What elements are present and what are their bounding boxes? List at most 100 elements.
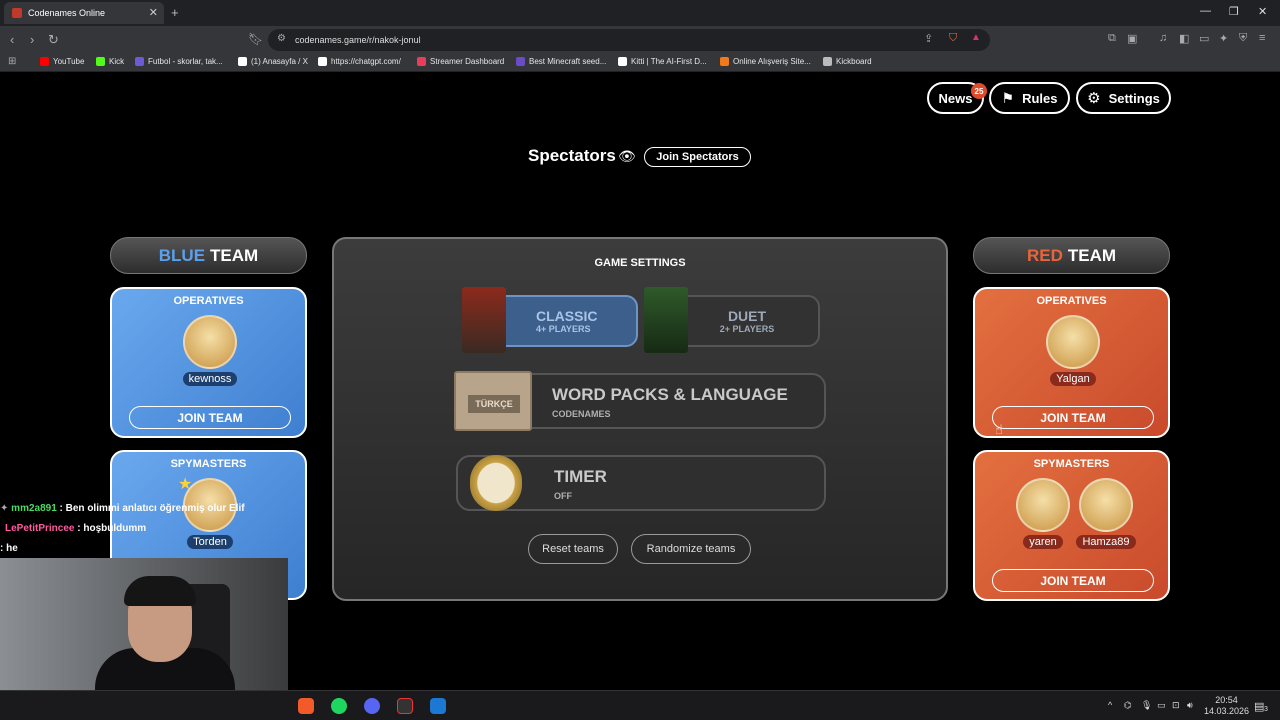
bookmark-chatgpt[interactable]: https://chatgpt.com/ bbox=[318, 57, 401, 66]
reload-icon[interactable]: ↻ bbox=[48, 32, 59, 48]
rules-button[interactable]: ⚑ Rules bbox=[989, 82, 1070, 114]
randomize-teams-button[interactable]: Randomize teams bbox=[631, 534, 751, 564]
bookmark-kickboard[interactable]: Kickboard bbox=[823, 57, 872, 66]
brave-browser-icon[interactable] bbox=[298, 698, 314, 714]
red-operatives-join-button[interactable]: JOIN TEAM bbox=[992, 406, 1154, 429]
site-settings-icon[interactable]: ⚙ bbox=[277, 33, 286, 44]
player-hamza89: Hamza89 bbox=[1075, 478, 1137, 550]
join-spectators-button[interactable]: Join Spectators bbox=[644, 147, 751, 167]
streamer-icon bbox=[417, 57, 426, 66]
network-icon[interactable]: ⊡ bbox=[1172, 700, 1180, 711]
chat-badge-icon: ✦ bbox=[0, 503, 12, 514]
bookmark-x[interactable]: (1) Anasayfa / X bbox=[238, 57, 308, 66]
menu-icon[interactable]: ≡ bbox=[1259, 32, 1265, 44]
player-name: kewnoss bbox=[182, 372, 238, 386]
volume-icon[interactable]: 🔊︎ bbox=[1187, 700, 1193, 711]
bookmark-youtube[interactable]: YouTube bbox=[40, 57, 84, 66]
word-packs-title: WORD PACKS & LANGUAGE bbox=[552, 385, 788, 404]
extensions-icon[interactable]: ⧉ bbox=[1108, 32, 1116, 45]
chat-user: LePetitPrincee bbox=[5, 523, 75, 534]
timer-option[interactable]: TIMER OFF bbox=[456, 455, 826, 511]
spymasters-title: SPYMASTERS bbox=[170, 458, 247, 470]
obs-icon[interactable] bbox=[397, 698, 413, 714]
player-name: Yalgan bbox=[1050, 372, 1096, 386]
leo-ai-icon[interactable]: ✦ bbox=[1219, 32, 1228, 45]
blue-operatives-join-button[interactable]: JOIN TEAM bbox=[129, 406, 291, 429]
bookmark-kitti[interactable]: Kitti | The AI-First D... bbox=[618, 57, 707, 66]
gear-icon: ⚙ bbox=[1087, 90, 1101, 107]
bookmark-kick[interactable]: Kick bbox=[96, 57, 124, 66]
bookmark-streamer-dashboard[interactable]: Streamer Dashboard bbox=[417, 57, 504, 66]
spectators-title: Spectators bbox=[528, 146, 616, 165]
bookmark-minecraft[interactable]: Best Minecraft seed... bbox=[516, 57, 606, 66]
brave-shields-icon[interactable]: ⛉ bbox=[949, 32, 957, 45]
bookmark-page-icon[interactable]: 🔖︎ bbox=[248, 32, 263, 46]
chat-text: : hoşbuldumm bbox=[74, 523, 147, 534]
avatar bbox=[1046, 315, 1100, 369]
chat-message: LePetitPrincee : hoşbuldumm bbox=[5, 523, 146, 534]
kick-icon bbox=[96, 57, 105, 66]
time: 20:54 bbox=[1215, 695, 1238, 705]
media-icon[interactable]: ♫ bbox=[1159, 32, 1167, 44]
brave-rewards-icon[interactable]: ▲ bbox=[971, 32, 981, 43]
shopping-icon bbox=[720, 57, 729, 66]
windows-taskbar: ^ ⌬ 🎙︎ ▭ ⊡ 🔊︎ 20:54 14.03.2026 ▤ 3 bbox=[0, 690, 1280, 720]
red-team-header: RED TEAM bbox=[973, 237, 1170, 274]
news-count-badge: 25 bbox=[971, 83, 987, 99]
webcam-overlay bbox=[0, 558, 288, 690]
duet-mode-option[interactable]: DUET 2+ PLAYERS bbox=[674, 295, 820, 347]
sidebar-icon[interactable]: ◧ bbox=[1179, 32, 1189, 45]
clock[interactable]: 20:54 14.03.2026 bbox=[1204, 695, 1249, 717]
rules-label: Rules bbox=[1022, 90, 1058, 106]
microphone-icon[interactable]: 🎙︎ bbox=[1141, 700, 1152, 711]
close-tab-icon[interactable]: ✕ bbox=[149, 6, 158, 19]
tray-arrow-icon[interactable]: ^ bbox=[1108, 700, 1112, 710]
red-spymasters-card: SPYMASTERS yaren Hamza89 JOIN TEAM bbox=[973, 450, 1170, 601]
bookmark-shopping[interactable]: Online Alışveriş Site... bbox=[720, 57, 811, 66]
minimize-icon[interactable]: — bbox=[1200, 5, 1211, 17]
blue-team-header: BLUE TEAM bbox=[110, 237, 307, 274]
vpn-icon[interactable]: ⛨ bbox=[1239, 32, 1247, 45]
settings-button[interactable]: ⚙ Settings bbox=[1076, 82, 1171, 114]
chatgpt-icon bbox=[318, 57, 327, 66]
reset-teams-button[interactable]: Reset teams bbox=[528, 534, 618, 564]
wallet-icon[interactable]: ▭ bbox=[1199, 32, 1209, 45]
duet-box-icon bbox=[644, 287, 688, 353]
app-icon[interactable] bbox=[430, 698, 446, 714]
classic-mode-option[interactable]: CLASSIC 4+ PLAYERS bbox=[494, 295, 638, 347]
player-kewnoss: kewnoss bbox=[180, 315, 240, 387]
browser-nav-bar: ‹ › ↻ 🔖︎ ⚙ codenames.game/r/nakok-jonul … bbox=[0, 26, 1280, 54]
spotify-icon[interactable] bbox=[331, 698, 347, 714]
kitti-icon bbox=[618, 57, 627, 66]
youtube-icon bbox=[40, 57, 49, 66]
language-label: TÜRKÇE bbox=[468, 395, 520, 413]
notification-icon[interactable]: ▤ bbox=[1254, 700, 1264, 713]
player-yalgan: Yalgan bbox=[1043, 315, 1103, 387]
address-bar[interactable]: ⚙ codenames.game/r/nakok-jonul bbox=[268, 29, 990, 51]
classic-box-icon bbox=[462, 287, 506, 353]
new-tab-button[interactable]: + bbox=[171, 5, 179, 20]
screenshot-icon[interactable]: ▣ bbox=[1127, 32, 1137, 45]
bookmark-futbol[interactable]: Futbol - skorlar, tak... bbox=[135, 57, 223, 66]
browser-tab[interactable]: Codenames Online ✕ bbox=[4, 2, 164, 24]
word-packs-option[interactable]: TÜRKÇE WORD PACKS & LANGUAGE CODENAMES bbox=[454, 371, 826, 431]
spymasters-title: SPYMASTERS bbox=[1033, 458, 1110, 470]
url-text: codenames.game/r/nakok-jonul bbox=[295, 35, 421, 45]
eye-icon: 👁︎ bbox=[618, 148, 636, 164]
red-team-word: RED bbox=[1026, 245, 1063, 265]
display-icon[interactable]: ▭ bbox=[1157, 700, 1166, 711]
timer-title: TIMER bbox=[554, 467, 607, 486]
discord-icon[interactable] bbox=[364, 698, 380, 714]
apps-grid-icon[interactable]: ⊞ bbox=[8, 56, 16, 67]
tray-app-icon[interactable]: ⌬ bbox=[1124, 700, 1132, 711]
forward-icon[interactable]: › bbox=[30, 32, 34, 47]
game-settings-title: GAME SETTINGS bbox=[594, 257, 686, 269]
close-window-icon[interactable]: ✕ bbox=[1258, 5, 1267, 18]
red-spymasters-join-button[interactable]: JOIN TEAM bbox=[992, 569, 1154, 592]
back-icon[interactable]: ‹ bbox=[10, 32, 14, 47]
news-label: News bbox=[938, 90, 973, 106]
share-icon[interactable]: ⇪ bbox=[924, 32, 933, 45]
duet-sub: 2+ PLAYERS bbox=[719, 324, 775, 334]
restore-icon[interactable]: ❐ bbox=[1229, 5, 1239, 18]
classic-sub: 4+ PLAYERS bbox=[536, 324, 591, 334]
